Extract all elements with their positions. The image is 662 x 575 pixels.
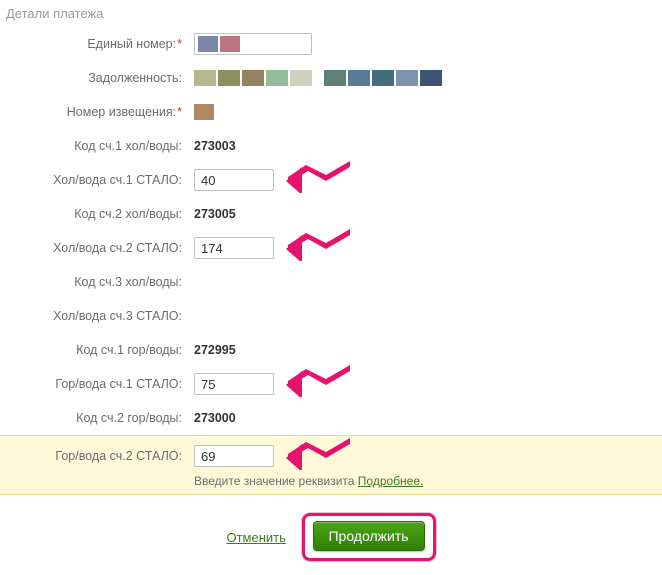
- redacted-block: [420, 70, 442, 86]
- redacted-block: [242, 70, 264, 86]
- redacted-block: [372, 70, 394, 86]
- label-hot1-now: Гор/вода сч.1 СТАЛО:: [0, 377, 188, 391]
- notice-number-value: [188, 104, 216, 120]
- redacted-block: [218, 70, 240, 86]
- redacted-block: [348, 70, 370, 86]
- arrow-icon: [286, 227, 350, 261]
- redacted-block: [194, 70, 216, 86]
- label-code3-cold: Код сч.3 хол/воды:: [0, 275, 188, 289]
- row-code2-cold: Код сч.2 хол/воды: 273005: [0, 197, 622, 231]
- row-cold3-now: Хол/вода сч.3 СТАЛО:: [0, 299, 622, 333]
- label-code1-cold: Код сч.1 хол/воды:: [0, 139, 188, 153]
- redacted-block: [198, 36, 218, 52]
- redacted-block: [324, 70, 346, 86]
- row-unified-number: Единый номер:*: [0, 27, 622, 61]
- cold2-now-input[interactable]: [194, 237, 274, 259]
- value-code1-hot: 272995: [188, 343, 236, 357]
- label-code2-hot: Код сч.2 гор/воды:: [0, 411, 188, 425]
- cold1-now-input[interactable]: [194, 169, 274, 191]
- redacted-block: [290, 70, 312, 86]
- label-notice-number: Номер извещения:*: [0, 105, 188, 119]
- row-hot1-now: Гор/вода сч.1 СТАЛО:: [0, 367, 622, 401]
- required-mark: *: [177, 105, 182, 119]
- field-hint: Введите значение реквизита Подробнее.: [0, 474, 622, 488]
- form-footer: Отменить Продолжить: [0, 495, 662, 575]
- row-debt: Задолженность:: [0, 61, 622, 95]
- unified-number-input[interactable]: [194, 33, 312, 55]
- row-code1-cold: Код сч.1 хол/воды: 273003: [0, 129, 622, 163]
- row-code2-hot: Код сч.2 гор/воды: 273000: [0, 401, 622, 435]
- label-hot2-now: Гор/вода сч.2 СТАЛО:: [0, 449, 188, 463]
- label-debt: Задолженность:: [0, 71, 188, 85]
- row-hot2-now: Гор/вода сч.2 СТАЛО: Введите значение ре…: [0, 435, 662, 495]
- row-cold2-now: Хол/вода сч.2 СТАЛО:: [0, 231, 622, 265]
- submit-highlight-box: Продолжить: [302, 513, 436, 561]
- debt-value: [188, 70, 444, 86]
- hint-text: Введите значение реквизита: [194, 474, 358, 488]
- label-cold1-now: Хол/вода сч.1 СТАЛО:: [0, 173, 188, 187]
- label-code2-cold: Код сч.2 хол/воды:: [0, 207, 188, 221]
- row-code3-cold: Код сч.3 хол/воды:: [0, 265, 622, 299]
- arrow-icon: [286, 159, 350, 193]
- hint-more-link[interactable]: Подробнее.: [358, 474, 424, 488]
- label-code1-hot: Код сч.1 гор/воды:: [0, 343, 188, 357]
- submit-button[interactable]: Продолжить: [313, 521, 425, 551]
- label-cold2-now: Хол/вода сч.2 СТАЛО:: [0, 241, 188, 255]
- redacted-block: [396, 70, 418, 86]
- redacted-block: [266, 70, 288, 86]
- value-code1-cold: 273003: [188, 139, 236, 153]
- hot2-now-input[interactable]: [194, 445, 274, 467]
- row-notice-number: Номер извещения:*: [0, 95, 622, 129]
- arrow-icon: [286, 363, 350, 397]
- row-code1-hot: Код сч.1 гор/воды: 272995: [0, 333, 622, 367]
- row-cold1-now: Хол/вода сч.1 СТАЛО:: [0, 163, 622, 197]
- value-code2-hot: 273000: [188, 411, 236, 425]
- redacted-block: [220, 36, 240, 52]
- cancel-link[interactable]: Отменить: [226, 530, 285, 545]
- label-unified-number: Единый номер:*: [0, 37, 188, 51]
- hot1-now-input[interactable]: [194, 373, 274, 395]
- redacted-block: [194, 104, 214, 120]
- required-mark: *: [177, 37, 182, 51]
- label-cold3-now: Хол/вода сч.3 СТАЛО:: [0, 309, 188, 323]
- section-title: Детали платежа: [0, 0, 662, 27]
- value-code2-cold: 273005: [188, 207, 236, 221]
